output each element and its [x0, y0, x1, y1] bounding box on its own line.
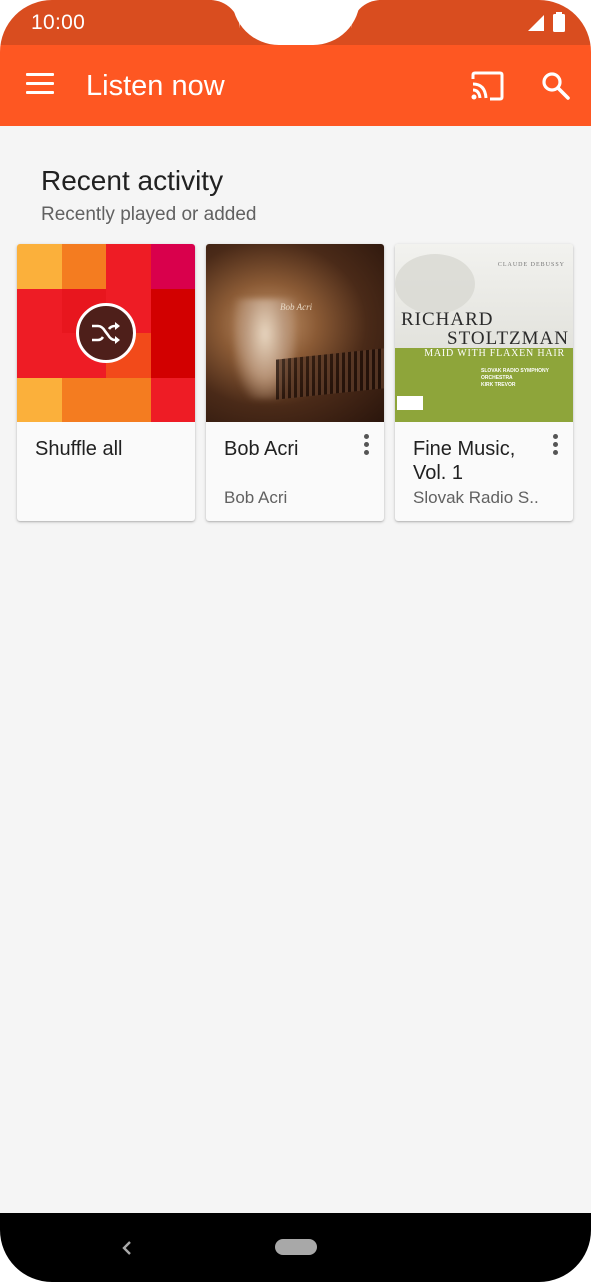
- home-pill[interactable]: [275, 1239, 317, 1255]
- search-icon[interactable]: [541, 71, 571, 101]
- status-bar: 10:00: [0, 0, 591, 45]
- system-nav-bar: [0, 1213, 591, 1282]
- app-bar: Listen now: [0, 45, 591, 126]
- cast-icon[interactable]: [470, 71, 504, 101]
- album-art-text: Bob Acri: [280, 302, 313, 312]
- battery-icon: [553, 12, 565, 32]
- section-title: Recent activity: [41, 165, 224, 196]
- record-label-logo: [397, 396, 423, 410]
- album-artist-line1: RICHARD: [401, 309, 494, 330]
- card-subtitle: Slovak Radio S..: [413, 488, 539, 507]
- page-title: Listen now: [86, 70, 225, 102]
- back-icon[interactable]: [120, 1239, 134, 1257]
- card-title: Shuffle all: [35, 438, 123, 460]
- card-subtitle: Bob Acri: [224, 488, 288, 507]
- menu-icon[interactable]: [26, 73, 54, 95]
- card-title: Bob Acri: [224, 438, 299, 460]
- shuffle-icon: [76, 303, 136, 363]
- album-card-fine-music[interactable]: CLAUDE DEBUSSY RICHARD STOLTZMAN MAID WI…: [395, 244, 573, 521]
- status-time: 10:00: [31, 11, 86, 34]
- shuffle-artwork: [17, 244, 195, 422]
- album-composer: CLAUDE DEBUSSY: [497, 262, 565, 268]
- album-artwork: CLAUDE DEBUSSY RICHARD STOLTZMAN MAID WI…: [395, 244, 573, 422]
- camera-notch: [232, 0, 360, 45]
- more-options-icon[interactable]: [547, 434, 563, 460]
- signal-icon: [528, 15, 544, 31]
- phone-screen: 10:00 Listen now Recent activity Recentl…: [0, 0, 591, 1282]
- album-orchestra: SLOVAK RADIO SYMPHONY ORCHESTRA: [481, 368, 549, 381]
- section-subtitle: Recently played or added: [41, 204, 257, 225]
- shuffle-all-card[interactable]: Shuffle all: [17, 244, 195, 521]
- album-artist-line2: STOLTZMAN: [447, 328, 569, 349]
- album-conductor: KIRK TREVOR: [481, 382, 516, 388]
- card-title: Fine Music, Vol. 1: [413, 438, 516, 484]
- album-card-bob-acri[interactable]: Bob Acri Bob Acri Bob Acri: [206, 244, 384, 521]
- album-artwork: Bob Acri: [206, 244, 384, 422]
- more-options-icon[interactable]: [358, 434, 374, 460]
- album-work-title: MAID WITH FLAXEN HAIR: [424, 348, 565, 359]
